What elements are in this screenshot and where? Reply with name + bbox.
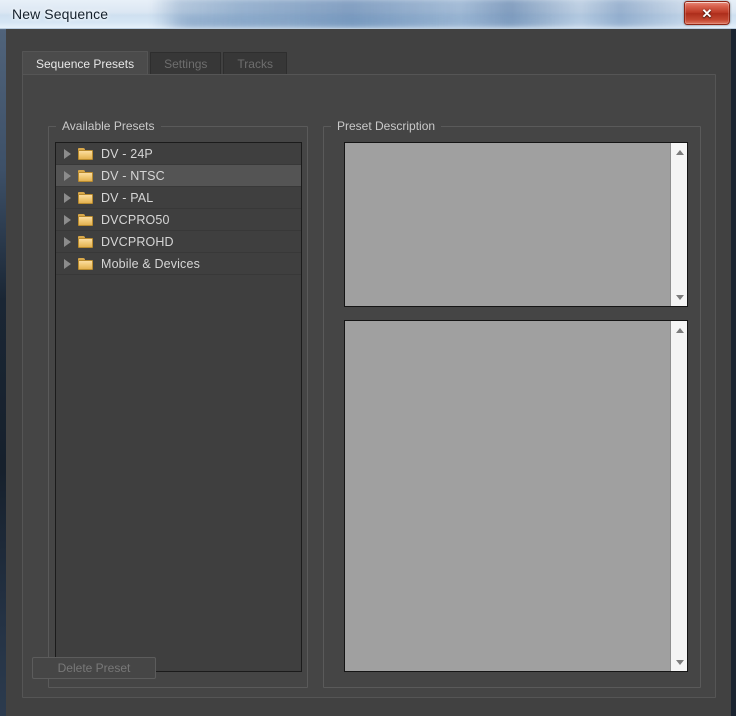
tab-tracks-label: Tracks bbox=[237, 57, 273, 71]
chevron-right-icon[interactable] bbox=[64, 192, 71, 203]
preset-label: DV - 24P bbox=[101, 146, 153, 161]
preset-row-dv-24p[interactable]: DV - 24P bbox=[56, 143, 301, 165]
folder-icon bbox=[78, 191, 93, 204]
scroll-up-icon[interactable] bbox=[671, 322, 687, 338]
folder-icon bbox=[78, 169, 93, 182]
folder-icon bbox=[78, 213, 93, 226]
dialog-body: Sequence Presets Settings Tracks Availab… bbox=[6, 29, 731, 716]
preset-description-legend: Preset Description bbox=[331, 119, 442, 133]
tab-sequence-presets[interactable]: Sequence Presets bbox=[22, 51, 149, 75]
preset-description-details-box[interactable] bbox=[344, 320, 688, 672]
window-title: New Sequence bbox=[12, 6, 109, 22]
preset-label: DVCPROHD bbox=[101, 234, 174, 249]
chevron-right-icon[interactable] bbox=[64, 258, 71, 269]
preset-row-dv-ntsc[interactable]: DV - NTSC bbox=[56, 165, 301, 187]
available-presets-legend: Available Presets bbox=[56, 119, 161, 133]
title-bar[interactable]: New Sequence bbox=[0, 0, 736, 29]
folder-icon bbox=[78, 257, 93, 270]
titlebar-glass-blur bbox=[150, 0, 710, 28]
preset-label: Mobile & Devices bbox=[101, 256, 200, 271]
window-right-border bbox=[731, 0, 736, 716]
close-icon: ✕ bbox=[701, 5, 713, 21]
tab-settings-label: Settings bbox=[164, 57, 208, 71]
close-button[interactable]: ✕ bbox=[684, 1, 730, 25]
tab-strip: Sequence Presets Settings Tracks bbox=[22, 51, 287, 75]
preset-label: DV - NTSC bbox=[101, 168, 165, 183]
preset-label: DVCPRO50 bbox=[101, 212, 170, 227]
preset-row-dvcprohd[interactable]: DVCPROHD bbox=[56, 231, 301, 253]
chevron-right-icon[interactable] bbox=[64, 170, 71, 181]
chevron-right-icon[interactable] bbox=[64, 214, 71, 225]
sequence-presets-panel: Available Presets DV - 24P DV - NTSC DV … bbox=[22, 74, 716, 698]
window-frame: New Sequence ✕ Sequence Presets Settings… bbox=[0, 0, 736, 716]
summary-scrollbar[interactable] bbox=[670, 143, 687, 306]
delete-preset-button[interactable]: Delete Preset bbox=[32, 657, 156, 679]
preset-description-group: Preset Description bbox=[323, 119, 701, 688]
preset-row-dvcpro50[interactable]: DVCPRO50 bbox=[56, 209, 301, 231]
tab-sequence-presets-label: Sequence Presets bbox=[36, 56, 135, 71]
delete-preset-label: Delete Preset bbox=[57, 661, 131, 675]
tab-settings[interactable]: Settings bbox=[150, 52, 222, 75]
presets-listbox[interactable]: DV - 24P DV - NTSC DV - PAL DVCPRO50 DVC… bbox=[55, 142, 302, 672]
available-presets-group: Available Presets DV - 24P DV - NTSC DV … bbox=[48, 119, 308, 688]
preset-label: DV - PAL bbox=[101, 190, 154, 205]
chevron-right-icon[interactable] bbox=[64, 148, 71, 159]
scroll-up-icon[interactable] bbox=[671, 144, 687, 160]
preset-description-summary-box[interactable] bbox=[344, 142, 688, 307]
details-scrollbar[interactable] bbox=[670, 321, 687, 671]
scroll-down-icon[interactable] bbox=[671, 654, 687, 670]
folder-icon bbox=[78, 235, 93, 248]
tab-tracks[interactable]: Tracks bbox=[223, 52, 287, 75]
scroll-down-icon[interactable] bbox=[671, 289, 687, 305]
folder-icon bbox=[78, 147, 93, 160]
preset-row-dv-pal[interactable]: DV - PAL bbox=[56, 187, 301, 209]
preset-row-mobile-and-devices[interactable]: Mobile & Devices bbox=[56, 253, 301, 275]
chevron-right-icon[interactable] bbox=[64, 236, 71, 247]
